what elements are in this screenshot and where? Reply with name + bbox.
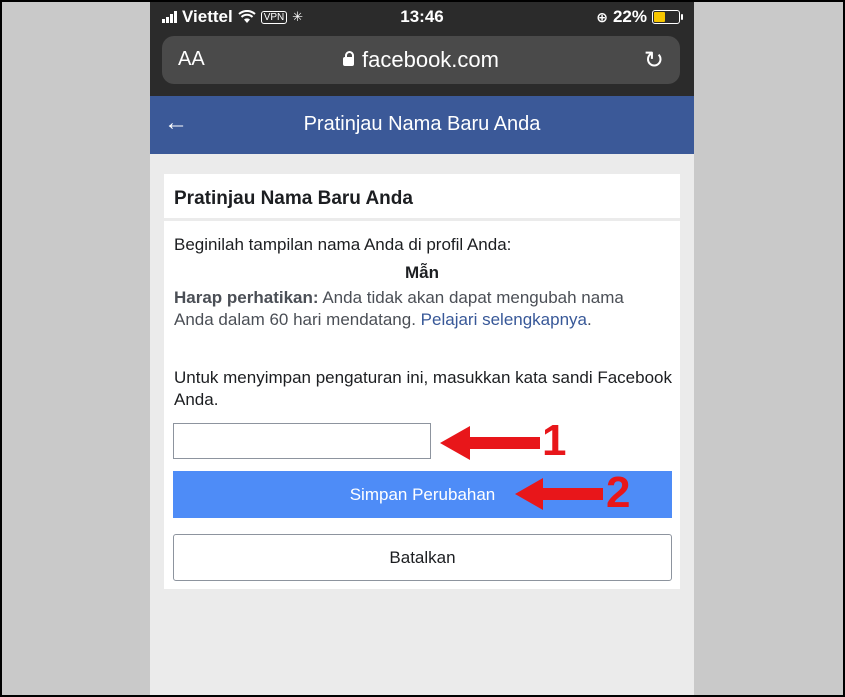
annotation-number-1: 1 [542,416,567,465]
cancel-button[interactable]: Batalkan [173,534,672,581]
annotation-number-2: 2 [606,468,631,517]
status-bar: Viettel VPN ✳ 13:46 ⊕ 22% [150,2,694,32]
learn-more-link[interactable]: Pelajari selengkapnya [421,310,587,329]
header-title: Pratinjau Nama Baru Anda [303,113,541,135]
card-title: Pratinjau Nama Baru Anda [174,188,413,209]
intro-text: Beginilah tampilan nama Anda di profil A… [174,235,512,254]
annotation-arrow-2 [515,478,603,510]
card-header: Pratinjau Nama Baru Anda [164,174,680,218]
phone-screen: Viettel VPN ✳ 13:46 ⊕ 22% AA facebook.co… [150,2,694,695]
new-name: Mẫn [405,263,439,282]
browser-chrome: Viettel VPN ✳ 13:46 ⊕ 22% AA facebook.co… [150,2,694,96]
warning-note: Harap perhatikan: Anda tidak akan dapat … [174,287,664,331]
facebook-header: ← Pratinjau Nama Baru Anda [150,96,694,154]
orientation-lock-icon: ⊕ [596,8,608,25]
url-bar[interactable]: AA facebook.com ↻ [162,36,680,84]
battery-icon [652,10,683,24]
reload-icon[interactable]: ↻ [644,46,664,75]
status-right: ⊕ 22% [596,7,683,27]
url-text: facebook.com [362,47,499,72]
password-prompt: Untuk menyimpan pengaturan ini, masukkan… [174,368,673,409]
password-input[interactable] [173,423,431,459]
battery-percent: 22% [612,7,647,26]
annotation-arrow-1 [440,426,540,460]
note-end: . [587,310,592,329]
note-label: Harap perhatikan: [174,288,319,307]
url-display[interactable]: facebook.com [162,47,680,73]
lock-icon [343,51,355,66]
card-body: Beginilah tampilan nama Anda di profil A… [164,221,680,589]
screenshot-frame: Viettel VPN ✳ 13:46 ⊕ 22% AA facebook.co… [0,0,845,697]
